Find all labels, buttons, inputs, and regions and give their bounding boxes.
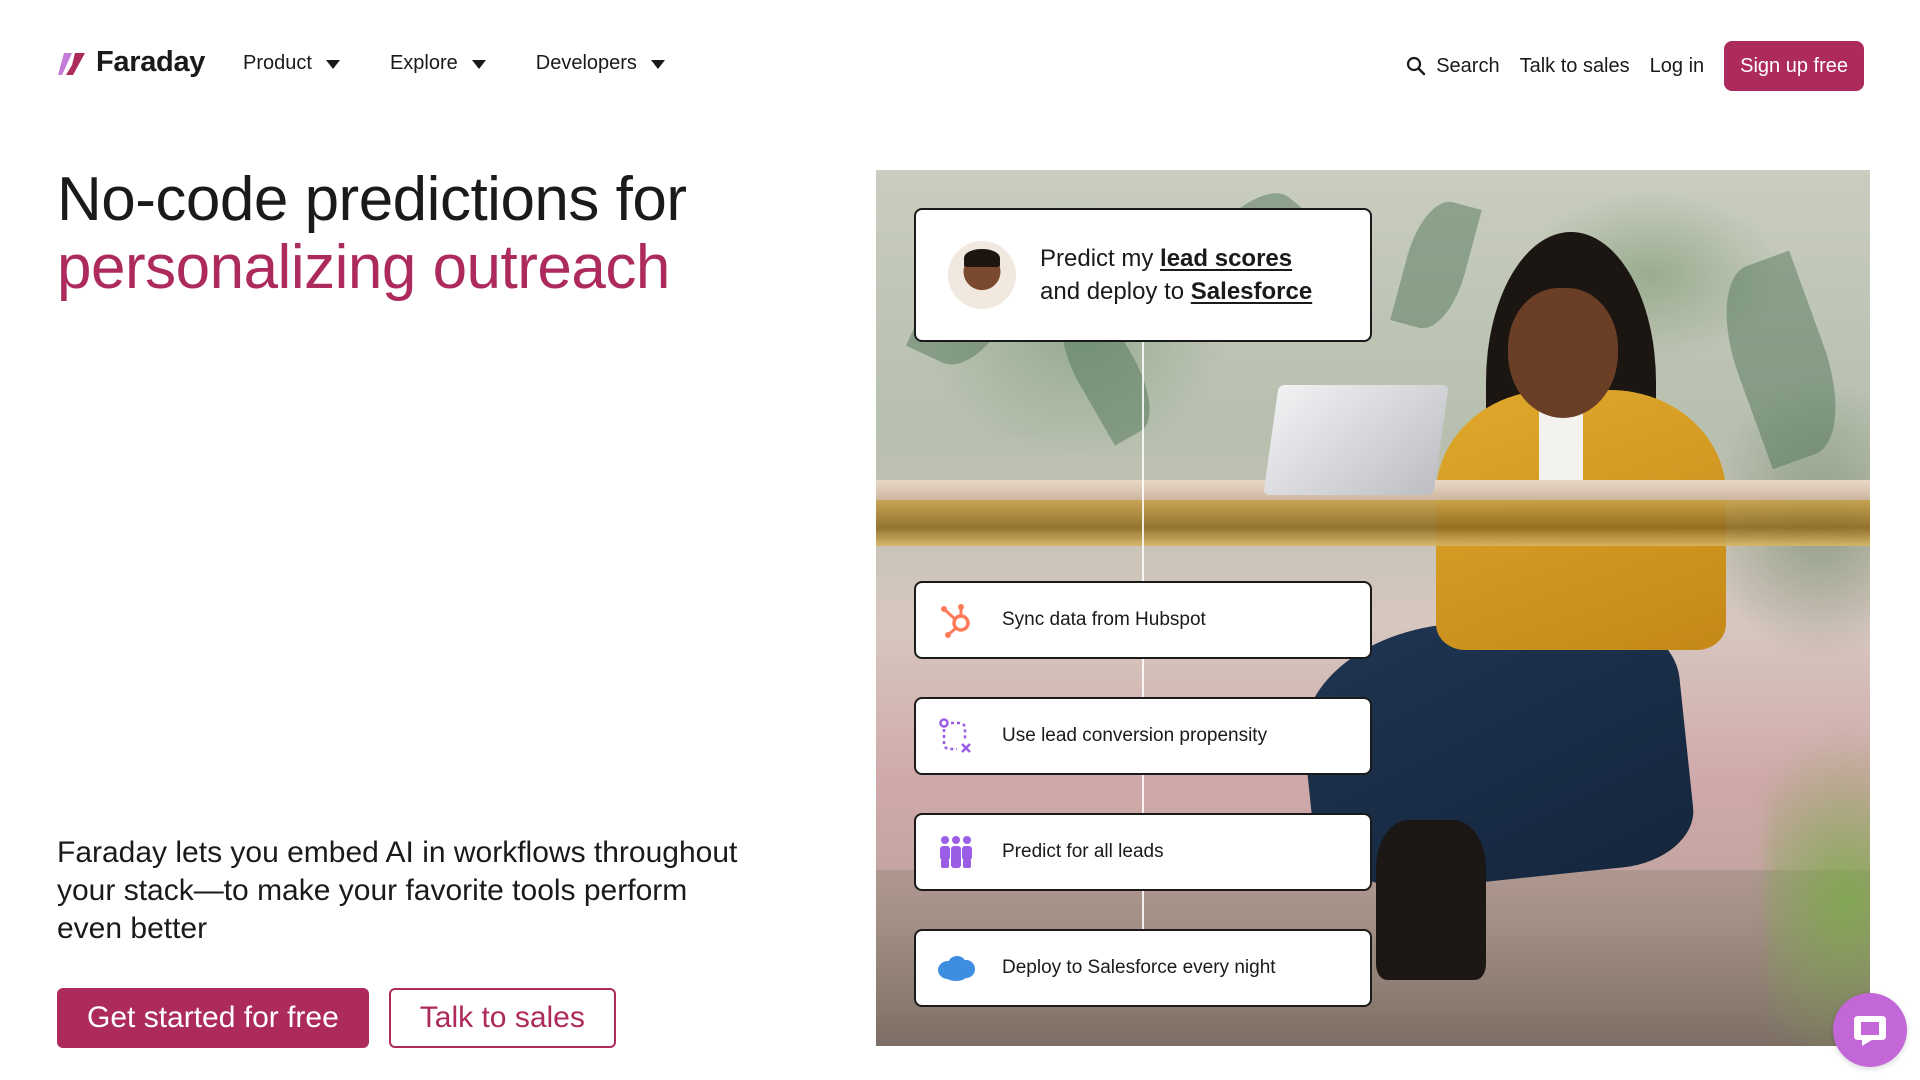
hero-photo: Predict my lead scores and deploy to Sal…: [876, 170, 1870, 1046]
search-label: Search: [1436, 54, 1500, 77]
chat-widget-button[interactable]: [1833, 993, 1907, 1067]
workflow-step-hubspot: Sync data from Hubspot: [914, 581, 1372, 659]
step-2-label: Use lead conversion propensity: [1002, 725, 1268, 746]
talk-to-sales-link[interactable]: Talk to sales: [1520, 55, 1630, 78]
brand-name: Faraday: [96, 46, 206, 78]
wallpaper-leaf: [1390, 194, 1482, 336]
nav-developers-label: Developers: [535, 52, 637, 74]
talk-to-sales-button[interactable]: Talk to sales: [388, 988, 616, 1048]
gold-table-rail: [876, 500, 1870, 546]
step-3-label: Predict for all leads: [1002, 841, 1164, 862]
nav-actions: Search Talk to sales Log in Sign up free: [1406, 41, 1864, 91]
chevron-down-icon: [325, 60, 340, 69]
nav-explore-label: Explore: [389, 52, 458, 74]
laptop: [1263, 385, 1449, 495]
nav-product[interactable]: Product: [243, 52, 340, 75]
top-navigation: Faraday Product Explore Developers Searc…: [0, 0, 1920, 132]
step-1-label: Sync data from Hubspot: [1002, 609, 1206, 630]
wallpaper-leaf: [1704, 250, 1858, 470]
nav-product-label: Product: [243, 52, 312, 74]
faraday-logo[interactable]: Faraday: [58, 46, 205, 79]
hero-subtext: Faraday lets you embed AI in workflows t…: [57, 836, 738, 945]
main-menu: Product Explore Developers: [243, 52, 665, 75]
workflow-prompt-text: Predict my lead scores and deploy to Sal…: [1040, 242, 1312, 308]
prompt-lead-scores: lead scores: [1160, 245, 1293, 272]
prompt-salesforce: Salesforce: [1190, 278, 1313, 305]
avatar: [948, 241, 1016, 309]
search-button[interactable]: Search: [1406, 54, 1500, 78]
prompt-prefix-1: Predict my: [1040, 245, 1161, 272]
nav-explore[interactable]: Explore: [390, 52, 486, 75]
chat-bubble-icon: [1854, 1016, 1886, 1046]
workflow-step-propensity: Use lead conversion propensity: [914, 697, 1372, 775]
headline-line-1: No-code predictions for: [57, 165, 687, 234]
headline-line-2: personalizing outreach: [57, 233, 670, 302]
faraday-bolt-logo-icon: [58, 52, 85, 75]
person-boot: [1376, 820, 1486, 980]
step-4-label: Deploy to Salesforce every night: [1002, 957, 1276, 978]
nav-developers[interactable]: Developers: [536, 52, 665, 75]
chevron-down-icon: [650, 60, 665, 69]
workflow-step-predict: Predict for all leads: [914, 813, 1372, 891]
workflow-prompt-card: Predict my lead scores and deploy to Sal…: [914, 208, 1372, 342]
hero-headline: No-code predictions for personalizing ou…: [57, 166, 837, 302]
log-in-link[interactable]: Log in: [1650, 55, 1705, 78]
salesforce-cloud-icon: [936, 948, 976, 988]
search-icon: [1407, 56, 1426, 76]
hubspot-icon: [936, 600, 976, 640]
hero-cta-row: Get started for free Talk to sales: [57, 988, 616, 1048]
workflow-step-deploy: Deploy to Salesforce every night: [914, 929, 1372, 1007]
sign-up-button[interactable]: Sign up free: [1724, 41, 1864, 91]
chevron-down-icon: [471, 60, 486, 69]
prompt-prefix-2: and deploy to: [1040, 278, 1191, 305]
get-started-button[interactable]: Get started for free: [57, 988, 369, 1048]
person-face: [1508, 288, 1618, 418]
conversion-flow-icon: [936, 716, 976, 756]
people-group-icon: [936, 832, 976, 872]
